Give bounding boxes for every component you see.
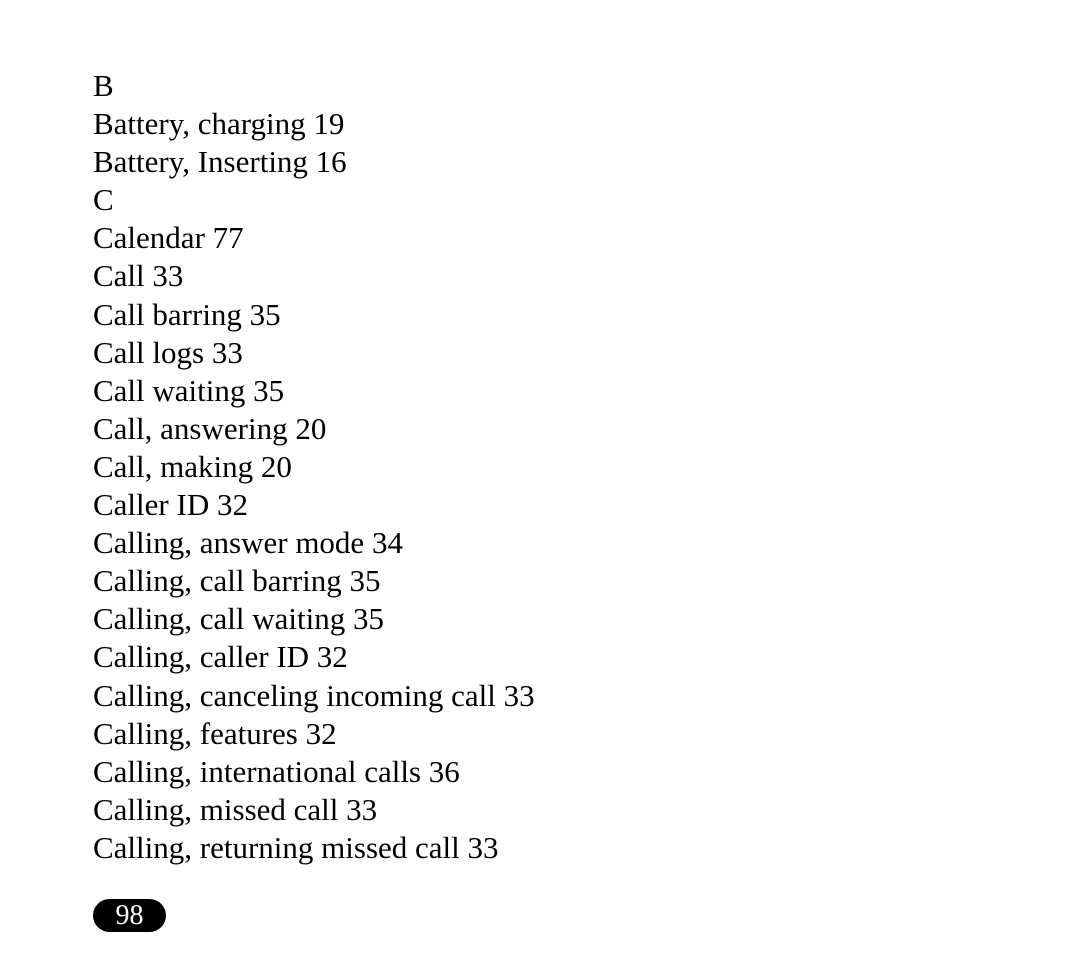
- index-list: B Battery, charging 19 Battery, Insertin…: [93, 67, 535, 867]
- index-entry: Calling, returning missed call 33: [93, 829, 499, 865]
- index-entry: Calling, answer mode 34: [93, 525, 403, 561]
- index-entry: Call barring 35: [93, 296, 281, 332]
- index-entry: Caller ID 32: [93, 487, 248, 523]
- index-entry: Call, making 20: [93, 448, 292, 484]
- index-letter-heading: C: [93, 182, 114, 218]
- index-entry: Calling, features 32: [93, 715, 337, 751]
- index-entry: Call, answering 20: [93, 410, 327, 446]
- index-entry: Calling, canceling incoming call 33: [93, 677, 535, 713]
- index-entry: Calling, call barring 35: [93, 563, 381, 599]
- index-entry: Call logs 33: [93, 334, 243, 370]
- page-number-badge: 98: [93, 899, 166, 932]
- index-entry: Battery, Inserting 16: [93, 144, 347, 180]
- index-entry: Calling, call waiting 35: [93, 601, 385, 637]
- index-entry: Calling, international calls 36: [93, 753, 460, 789]
- index-entry: Calling, caller ID 32: [93, 639, 348, 675]
- index-letter-heading: B: [93, 68, 114, 103]
- index-entry: Call waiting 35: [93, 372, 285, 408]
- index-entry: Calling, missed call 33: [93, 791, 378, 827]
- index-entry: Calendar 77: [93, 220, 244, 256]
- index-entry: Battery, charging 19: [93, 106, 345, 142]
- index-entry: Call 33: [93, 258, 184, 294]
